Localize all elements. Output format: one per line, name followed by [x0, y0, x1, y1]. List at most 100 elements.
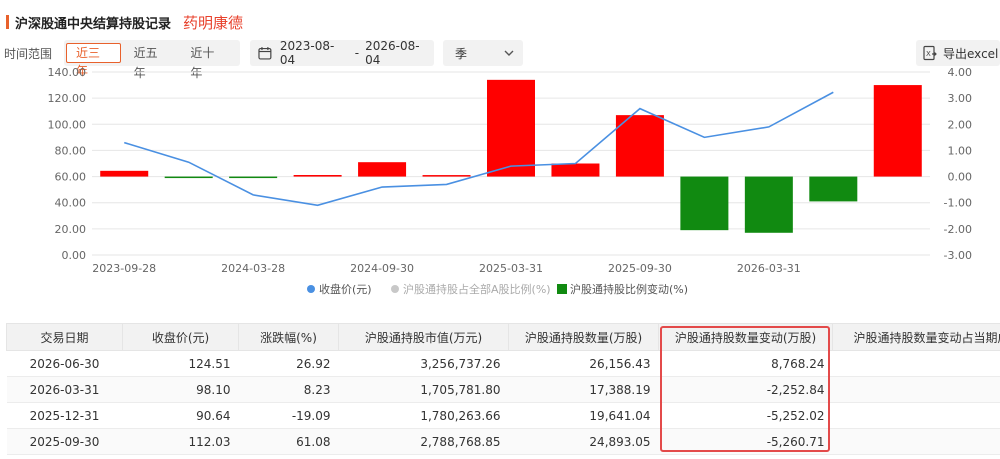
left-tick-label: 140.00 [48, 66, 87, 79]
table-cell: 24,893.05 [508, 428, 659, 455]
legend-label: 沪股通持股比例变动(%) [570, 282, 688, 296]
table-cell: 1,705,781.80 [338, 376, 509, 403]
section-title: 沪深股通中央结算持股记录 [15, 16, 172, 32]
right-tick-label: -2.00 [944, 223, 972, 236]
stock-name: 药明康德 [183, 13, 244, 32]
period-value: 季 [455, 46, 468, 61]
left-tick-label: 100.00 [48, 118, 87, 131]
table-cell: 17,388.19 [508, 376, 659, 403]
page: 沪深股通中央结算持股记录 药明康德 时间范围 近三年 近五年 近十年 2023-… [0, 0, 1000, 459]
holdings-chart: 140.00 120.00 100.00 80.00 60.00 40.00 20.00 0.… [48, 66, 973, 296]
legend-marker [391, 285, 399, 293]
table-cell: 1,780,263.66 [338, 402, 509, 429]
table-cell: 1.3 [832, 428, 1000, 455]
change-bar [229, 176, 278, 179]
right-tick-label: 3.00 [948, 92, 973, 105]
legend-label: 沪股通持股占全部A股比例(%) [403, 282, 551, 296]
date-separator: - [354, 46, 360, 60]
change-bar [487, 79, 535, 177]
left-tick-label: 40.00 [55, 197, 87, 210]
calendar-icon [258, 47, 272, 60]
right-tick-label: 2.00 [948, 118, 973, 131]
svg-text:X: X [926, 50, 931, 58]
x-tick-label: 2024-09-30 [350, 262, 414, 275]
change-bar [164, 176, 213, 179]
date-range-picker[interactable]: 2023-08-04 - 2026-08-04 [250, 39, 434, 67]
table-cell: 3,256,737.26 [338, 350, 509, 377]
right-tick-label: 4.00 [948, 66, 973, 79]
table-cell: 2025-09-30 [6, 428, 123, 455]
holdings-table: 交易日期 收盘价(元) 涨跌幅(%) 沪股通持股市值(万元) 沪股通持股数量(万股) 沪股… [6, 323, 1000, 459]
table-cell: -2,252.84 [658, 376, 833, 403]
table-cell: -19.09 [238, 402, 339, 429]
chart-legend: 收盘价(元) 沪股通持股占全部A股比例(%) 沪股通持股比例变动(%) [307, 282, 688, 296]
change-bar [873, 85, 922, 177]
change-bar [744, 176, 793, 233]
legend-label: 收盘价(元) [319, 282, 372, 296]
chevron-down-icon [504, 50, 514, 56]
excel-export-icon: X [923, 45, 937, 61]
x-tick-label: 2025-03-31 [479, 262, 543, 275]
table-cell: 1.0 [832, 376, 1000, 403]
table-row: 2026-03-31 98.10 8.23 1,705,781.80 17,388.19… [6, 376, 1000, 403]
period-select[interactable]: 季 [443, 40, 523, 66]
range-5y-button[interactable]: 近五年 [125, 43, 178, 80]
table-cell: 2,788,768.85 [338, 428, 509, 455]
x-tick-label: 2023-09-28 [92, 262, 156, 275]
x-tick-label: 2024-03-28 [221, 262, 285, 275]
range-selector: 近三年 近五年 近十年 [64, 40, 240, 80]
table-cell: 124.51 [122, 350, 239, 377]
range-3y-button[interactable]: 近三年 [66, 43, 121, 78]
export-label: 导出excel [943, 46, 999, 61]
table-body: 2026-06-30 124.51 26.92 3,256,737.26 26,156.… [6, 350, 1000, 455]
change-bar [100, 170, 149, 177]
table-cell: 2.2 [832, 402, 1000, 429]
column-header: 沪股通持股数量变动占当期成 [832, 323, 1000, 351]
change-bar [422, 175, 471, 177]
x-tick-label: 2026-03-31 [737, 262, 801, 275]
change-bar [809, 176, 858, 202]
table-cell: 3.0 [832, 350, 1000, 377]
right-tick-label: -1.00 [944, 197, 972, 210]
range-label: 时间范围 [4, 47, 53, 61]
left-tick-label: 60.00 [55, 171, 87, 184]
table-cell: -5,260.71 [658, 428, 833, 455]
table-cell: 90.64 [122, 402, 239, 429]
column-header: 涨跌幅(%) [238, 323, 339, 351]
left-tick-label: 0.00 [62, 249, 87, 262]
column-header: 收盘价(元) [122, 323, 239, 351]
change-bar [615, 115, 664, 177]
accent-bar [6, 15, 9, 29]
column-header: 沪股通持股市值(万元) [338, 323, 509, 351]
table-header: 交易日期 收盘价(元) 涨跌幅(%) 沪股通持股市值(万元) 沪股通持股数量(万股) 沪股… [6, 323, 1000, 351]
section-header: 沪深股通中央结算持股记录 药明康德 [0, 8, 243, 36]
table-cell: 26,156.43 [508, 350, 659, 377]
table-row: 2025-09-30 112.03 61.08 2,788,768.85 24,893.… [6, 428, 1000, 455]
date-start: 2023-08-04 [279, 39, 335, 67]
left-tick-label: 80.00 [55, 144, 87, 157]
table-row: 2026-06-30 124.51 26.92 3,256,737.26 26,156.… [6, 350, 1000, 377]
export-excel-button[interactable]: X 导出excel [916, 40, 1000, 66]
right-tick-label: -3.00 [944, 249, 972, 262]
table-cell: 2026-03-31 [6, 376, 123, 403]
table-cell: -5,252.02 [658, 402, 833, 429]
x-axis: 2023-09-28 2024-03-28 2024-09-30 2025-03-31… [92, 262, 801, 275]
right-axis: 4.00 3.00 2.00 1.00 0.00 -1.00 -2.00 -3.00 [944, 66, 972, 262]
right-tick-label: 1.00 [948, 144, 973, 157]
x-tick-label: 2025-09-30 [608, 262, 672, 275]
table-cell: 19,641.04 [508, 402, 659, 429]
table-cell: 112.03 [122, 428, 239, 455]
toolbar: 时间范围 近三年 近五年 近十年 2023-08-04 - 2026-08-04… [0, 39, 1000, 80]
change-bar [551, 163, 600, 177]
column-header: 沪股通持股数量变动(万股) [658, 323, 833, 351]
range-10y-button[interactable]: 近十年 [181, 43, 234, 80]
table-cell: 26.92 [238, 350, 339, 377]
column-header: 沪股通持股数量(万股) [508, 323, 659, 351]
legend-marker [557, 284, 567, 294]
table-cell: 2025-12-31 [6, 402, 123, 429]
left-tick-label: 20.00 [55, 223, 87, 236]
table-row: 2025-12-31 90.64 -19.09 1,780,263.66 19,641.… [6, 402, 1000, 429]
table-cell: 8.23 [238, 376, 339, 403]
left-axis: 140.00 120.00 100.00 80.00 60.00 40.00 20.00 0.… [48, 66, 87, 262]
legend-marker [307, 285, 315, 293]
